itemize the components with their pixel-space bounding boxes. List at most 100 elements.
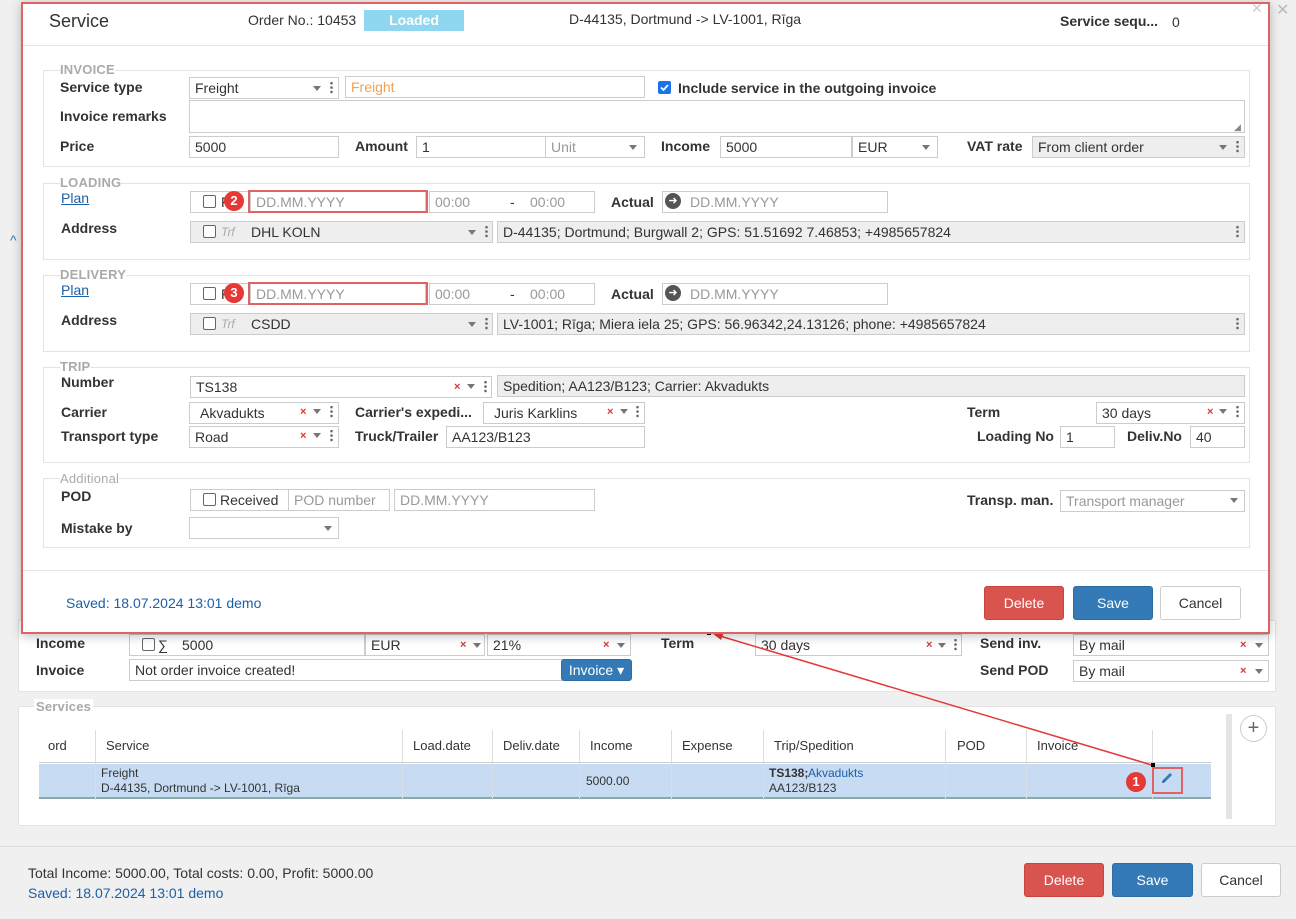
chevron-down-icon[interactable] — [629, 145, 637, 150]
arrow-right-circle-icon[interactable]: ➜ — [665, 193, 681, 209]
more-icon[interactable] — [485, 225, 488, 238]
invoice-remarks-textarea[interactable] — [189, 100, 1245, 133]
modal-close-icon[interactable]: ✕ — [1251, 0, 1263, 17]
chevron-down-icon[interactable] — [1230, 498, 1238, 503]
delivery-time-range[interactable]: 00:00 - 00:00 — [429, 283, 595, 305]
modal-delete-button[interactable]: Delete — [984, 586, 1064, 620]
clear-icon[interactable]: × — [300, 407, 306, 418]
loading-place-select[interactable]: Trf DHL KOLN — [190, 221, 493, 243]
clear-icon[interactable]: × — [454, 382, 460, 393]
income-label: Income — [661, 138, 711, 154]
pod-received-checkbox[interactable] — [203, 493, 216, 506]
amount-input[interactable]: 1 — [416, 136, 546, 158]
loading-fixed-checkbox[interactable] — [203, 195, 216, 208]
modal-cancel-button[interactable]: Cancel — [1160, 586, 1241, 620]
service-seq-value: 0 — [1172, 14, 1180, 30]
income-value: 5000 — [726, 139, 758, 155]
clear-icon[interactable]: × — [1207, 407, 1213, 418]
transport-manager-select[interactable]: Transport manager — [1060, 490, 1245, 512]
more-icon[interactable] — [1236, 225, 1239, 238]
loading-trf-checkbox[interactable] — [203, 225, 216, 238]
transport-type-value: Road — [195, 429, 229, 445]
price-value: 5000 — [195, 139, 227, 155]
annotation-box — [248, 282, 428, 305]
more-icon[interactable] — [1236, 140, 1239, 153]
delivery-plan-link[interactable]: Plan — [61, 282, 90, 298]
trip-term-value: 30 days — [1102, 405, 1152, 421]
resize-handle-icon[interactable]: ◢ — [1234, 122, 1241, 133]
more-icon[interactable] — [485, 317, 488, 330]
more-icon[interactable] — [330, 405, 333, 418]
more-icon[interactable] — [1236, 405, 1239, 418]
vat-rate-select[interactable]: From client order — [1032, 136, 1245, 158]
loading-time-range[interactable]: 00:00 - 00:00 — [429, 191, 595, 213]
time-separator: - — [510, 286, 515, 302]
loading-actual-placeholder: DD.MM.YYYY — [690, 194, 779, 210]
chevron-down-icon[interactable] — [468, 322, 476, 327]
order-number: Order No.: 10453 — [248, 12, 357, 28]
delivery-place-select[interactable]: Trf CSDD — [190, 313, 493, 335]
delivery-fixed-checkbox[interactable] — [203, 287, 216, 300]
loading-address-field[interactable]: D-44135; Dortmund; Burgwall 2; GPS: 51.5… — [497, 221, 1245, 243]
mistake-by-label: Mistake by — [61, 520, 133, 536]
carrier-expeditor-value: Juris Karklins — [494, 405, 578, 421]
mistake-by-select[interactable] — [189, 517, 339, 539]
modal-save-button[interactable]: Save — [1073, 586, 1153, 620]
pod-received-toggle[interactable]: Received — [190, 489, 289, 511]
price-input[interactable]: 5000 — [189, 136, 339, 158]
delivery-trf-checkbox[interactable] — [203, 317, 216, 330]
amount-label: Amount — [355, 138, 408, 154]
vat-rate-value: From client order — [1038, 139, 1144, 155]
trip-number-select[interactable]: TS138 — [190, 376, 492, 398]
loading-address-label: Address — [61, 220, 118, 236]
trf-text: Trf — [221, 317, 235, 331]
chevron-down-icon[interactable] — [313, 409, 321, 414]
loading-section-title: LOADING — [60, 175, 122, 190]
trip-number-value: TS138 — [196, 379, 238, 395]
delivery-address-field[interactable]: LV-1001; Rīga; Miera iela 25; GPS: 56.96… — [497, 313, 1245, 335]
more-icon[interactable] — [330, 81, 333, 94]
service-name-input[interactable]: Freight — [345, 76, 645, 98]
chevron-down-icon[interactable] — [620, 409, 628, 414]
invoice-section-title: INVOICE — [60, 62, 115, 77]
delivery-time-to[interactable]: 00:00 — [530, 284, 565, 304]
deliv-no-input[interactable]: 40 — [1190, 426, 1245, 448]
deliv-no-label: Deliv.No — [1127, 428, 1182, 444]
service-type-text: Freight — [195, 80, 239, 96]
chevron-down-icon[interactable] — [922, 145, 930, 150]
income-input[interactable]: 5000 — [720, 136, 852, 158]
trip-info-value: Spedition; AA123/B123; Carrier: Akvadukt… — [503, 378, 770, 394]
chevron-down-icon[interactable] — [1219, 145, 1227, 150]
truck-trailer-input[interactable]: AA123/B123 — [446, 426, 645, 448]
clear-icon[interactable]: × — [300, 431, 306, 442]
more-icon[interactable] — [1236, 317, 1239, 330]
delivery-time-from[interactable]: 00:00 — [435, 284, 470, 304]
more-icon[interactable] — [484, 380, 487, 393]
chevron-down-icon[interactable] — [324, 526, 332, 531]
chevron-down-icon[interactable] — [1219, 409, 1227, 414]
chevron-down-icon[interactable] — [468, 230, 476, 235]
loading-time-to[interactable]: 00:00 — [530, 192, 565, 212]
clear-icon[interactable]: × — [607, 407, 613, 418]
chevron-down-icon[interactable] — [313, 433, 321, 438]
pod-date-input[interactable]: DD.MM.YYYY — [394, 489, 595, 511]
delivery-actual-label: Actual — [611, 286, 654, 302]
pod-number-input[interactable]: POD number — [288, 489, 390, 511]
transport-manager-placeholder: Transport manager — [1066, 493, 1185, 509]
pod-label: POD — [61, 488, 92, 504]
loading-plan-link[interactable]: Plan — [61, 190, 90, 206]
more-icon[interactable] — [330, 429, 333, 442]
loading-time-from[interactable]: 00:00 — [435, 192, 470, 212]
more-icon[interactable] — [636, 405, 639, 418]
arrow-right-circle-icon[interactable]: ➜ — [665, 285, 681, 301]
chevron-down-icon[interactable] — [313, 86, 321, 91]
loading-actual-input[interactable]: DD.MM.YYYY — [662, 191, 888, 213]
invoice-remarks-label: Invoice remarks — [60, 108, 167, 124]
chevron-down-icon[interactable] — [467, 384, 475, 389]
delivery-address-label: Address — [61, 312, 118, 328]
loading-no-input[interactable]: 1 — [1060, 426, 1115, 448]
status-badge: Loaded — [364, 10, 464, 31]
delivery-actual-input[interactable]: DD.MM.YYYY — [662, 283, 888, 305]
include-invoice-checkbox[interactable] — [658, 81, 671, 94]
route-text: D-44135, Dortmund -> LV-1001, Rīga — [569, 11, 802, 27]
